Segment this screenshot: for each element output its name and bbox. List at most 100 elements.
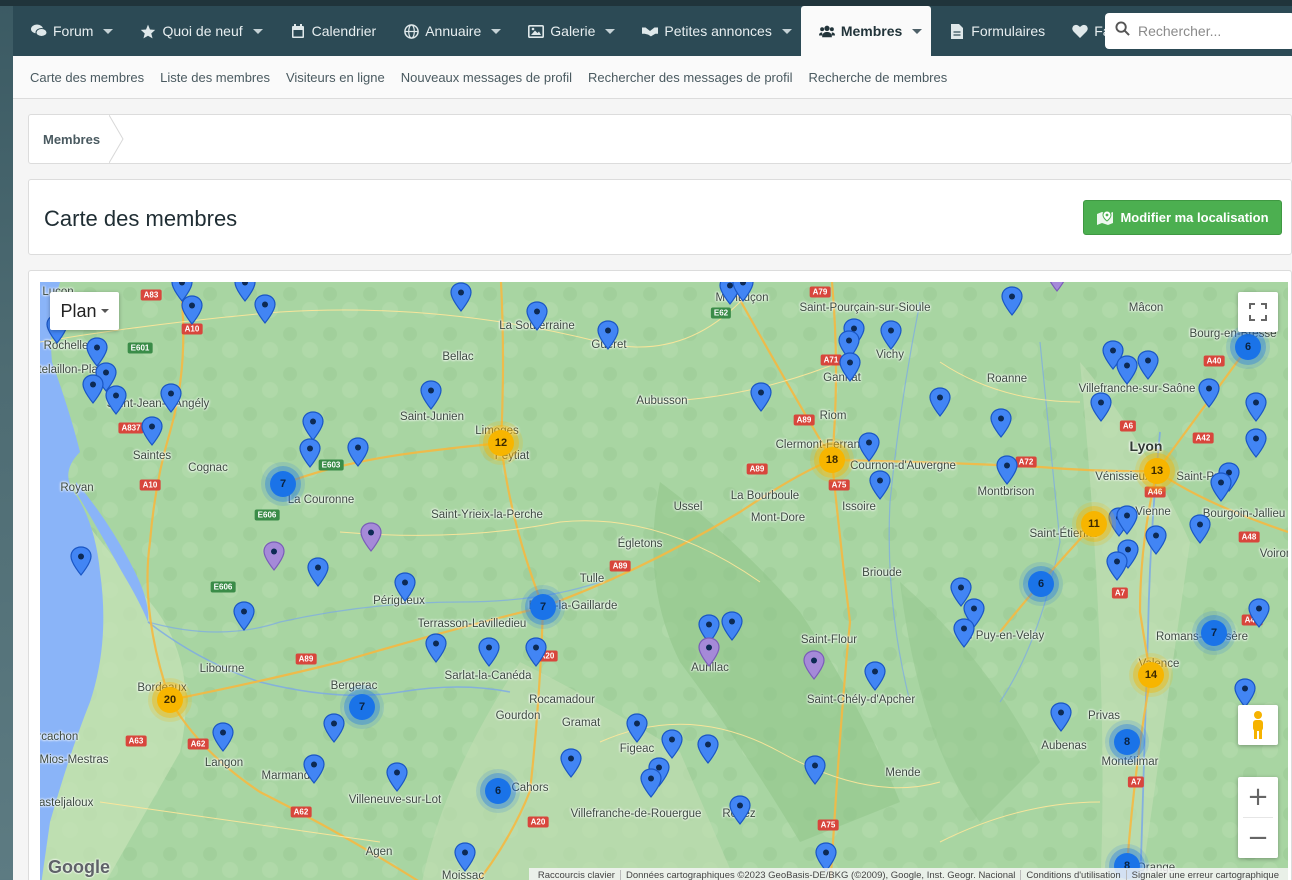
marker-cluster[interactable]: 6 xyxy=(1235,334,1261,360)
member-marker-icon[interactable] xyxy=(160,383,182,413)
member-marker-icon[interactable] xyxy=(1046,282,1068,292)
member-marker-icon[interactable] xyxy=(990,408,1012,438)
nav-item-forum[interactable]: Forum xyxy=(13,6,122,56)
marker-cluster[interactable]: 7 xyxy=(270,471,296,497)
member-marker-icon[interactable] xyxy=(1248,598,1270,628)
member-marker-icon[interactable] xyxy=(1245,428,1267,458)
member-marker-icon[interactable] xyxy=(386,762,408,792)
attribution-link[interactable]: Signaler une erreur cartographique xyxy=(1127,870,1284,880)
member-marker-icon[interactable] xyxy=(560,748,582,778)
member-marker-icon[interactable] xyxy=(360,522,382,552)
member-marker-icon[interactable] xyxy=(1090,392,1112,422)
member-marker-icon[interactable] xyxy=(1210,472,1232,502)
member-marker-icon[interactable] xyxy=(394,572,416,602)
marker-cluster[interactable]: 7 xyxy=(349,694,375,720)
nav-item-galerie[interactable]: Galerie xyxy=(510,6,624,56)
member-marker-icon[interactable] xyxy=(347,437,369,467)
member-marker-icon[interactable] xyxy=(299,438,321,468)
member-marker-icon[interactable] xyxy=(526,301,548,331)
map-type-button[interactable]: Plan xyxy=(50,292,119,330)
member-marker-icon[interactable] xyxy=(525,637,547,667)
nav-item-annuaire[interactable]: Annuaire xyxy=(385,6,510,56)
nav-item-calendrier[interactable]: Calendrier xyxy=(272,6,386,56)
nav-item-petites-annonces[interactable]: Petites annonces xyxy=(624,6,800,56)
attribution-link[interactable]: Raccourcis clavier xyxy=(533,869,621,880)
attribution-link[interactable]: Conditions d'utilisation xyxy=(1021,869,1127,880)
member-marker-icon[interactable] xyxy=(1106,551,1128,581)
member-marker-icon[interactable] xyxy=(804,755,826,785)
member-marker-icon[interactable] xyxy=(105,385,127,415)
zoom-in-button[interactable]: + xyxy=(1238,777,1278,817)
member-marker-icon[interactable] xyxy=(212,722,234,752)
member-marker-icon[interactable] xyxy=(70,546,92,576)
member-marker-icon[interactable] xyxy=(234,282,256,302)
member-marker-icon[interactable] xyxy=(732,282,754,302)
member-marker-icon[interactable] xyxy=(698,637,720,667)
search-box[interactable] xyxy=(1105,13,1292,49)
nav-item-formulaires[interactable]: Formulaires xyxy=(931,6,1054,56)
member-marker-icon[interactable] xyxy=(597,320,619,350)
member-marker-icon[interactable] xyxy=(750,382,772,412)
member-marker-icon[interactable] xyxy=(1234,678,1256,708)
member-marker-icon[interactable] xyxy=(478,637,500,667)
nav-item-quoi-de-neuf[interactable]: Quoi de neuf xyxy=(122,6,271,56)
subnav-link[interactable]: Liste des membres xyxy=(152,70,278,85)
subnav-link[interactable]: Visiteurs en ligne xyxy=(278,70,393,85)
member-marker-icon[interactable] xyxy=(1145,525,1167,555)
member-marker-icon[interactable] xyxy=(1116,355,1138,385)
member-marker-icon[interactable] xyxy=(141,416,163,446)
member-marker-icon[interactable] xyxy=(661,729,683,759)
member-marker-icon[interactable] xyxy=(254,294,276,324)
marker-cluster[interactable]: 8 xyxy=(1114,729,1140,755)
zoom-out-button[interactable]: − xyxy=(1238,818,1278,858)
marker-cluster[interactable]: 6 xyxy=(485,778,511,804)
member-marker-icon[interactable] xyxy=(1116,505,1138,535)
member-marker-icon[interactable] xyxy=(1198,378,1220,408)
member-marker-icon[interactable] xyxy=(302,411,324,441)
member-marker-icon[interactable] xyxy=(1050,702,1072,732)
member-marker-icon[interactable] xyxy=(880,320,902,350)
member-marker-icon[interactable] xyxy=(929,387,951,417)
member-marker-icon[interactable] xyxy=(1001,286,1023,316)
caret-down-icon[interactable] xyxy=(103,28,114,34)
member-marker-icon[interactable] xyxy=(181,295,203,325)
marker-cluster[interactable]: 7 xyxy=(1201,620,1227,646)
marker-cluster[interactable]: 11 xyxy=(1081,511,1107,537)
marker-cluster[interactable]: 13 xyxy=(1144,458,1170,484)
caret-down-icon[interactable] xyxy=(491,28,502,34)
search-input[interactable] xyxy=(1138,23,1288,39)
caret-down-icon[interactable] xyxy=(781,28,792,34)
marker-cluster[interactable]: 20 xyxy=(157,687,183,713)
member-marker-icon[interactable] xyxy=(721,611,743,641)
update-location-button[interactable]: Modifier ma localisation xyxy=(1083,200,1282,235)
member-marker-icon[interactable] xyxy=(626,713,648,743)
member-marker-icon[interactable] xyxy=(323,713,345,743)
member-marker-icon[interactable] xyxy=(858,432,880,462)
member-marker-icon[interactable] xyxy=(697,734,719,764)
marker-cluster[interactable]: 18 xyxy=(819,447,845,473)
members-map[interactable]: A83 E601 A837 A10 A10 E603 E606 E606 A89 A89 A20 A2… xyxy=(40,282,1288,880)
marker-cluster[interactable]: 14 xyxy=(1138,662,1164,688)
member-marker-icon[interactable] xyxy=(1137,350,1159,380)
fullscreen-button[interactable] xyxy=(1238,292,1278,332)
member-marker-icon[interactable] xyxy=(729,795,751,825)
member-marker-icon[interactable] xyxy=(640,768,662,798)
subnav-link[interactable]: Nouveaux messages de profil xyxy=(393,70,580,85)
breadcrumb-label[interactable]: Membres xyxy=(43,132,100,147)
caret-down-icon[interactable] xyxy=(252,28,263,34)
member-marker-icon[interactable] xyxy=(454,842,476,872)
member-marker-icon[interactable] xyxy=(953,618,975,648)
subnav-link[interactable]: Recherche de membres xyxy=(801,70,956,85)
attribution-link[interactable]: Données cartographiques ©2023 GeoBasis-D… xyxy=(621,869,1022,880)
street-view-button[interactable] xyxy=(1238,705,1278,745)
member-marker-icon[interactable] xyxy=(1245,392,1267,422)
member-marker-icon[interactable] xyxy=(303,754,325,784)
member-marker-icon[interactable] xyxy=(864,661,886,691)
nav-item-membres[interactable]: Membres xyxy=(800,6,932,56)
member-marker-icon[interactable] xyxy=(839,352,861,382)
member-marker-icon[interactable] xyxy=(307,557,329,587)
member-marker-icon[interactable] xyxy=(869,470,891,500)
caret-down-icon[interactable] xyxy=(912,28,923,34)
member-marker-icon[interactable] xyxy=(233,601,255,631)
marker-cluster[interactable]: 6 xyxy=(1028,571,1054,597)
